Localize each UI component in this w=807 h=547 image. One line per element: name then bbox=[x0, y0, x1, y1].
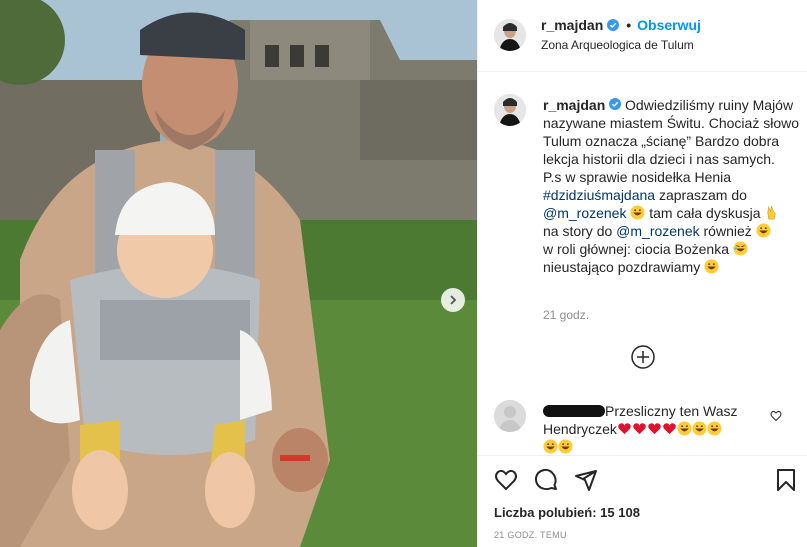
grin-emoji-icon bbox=[677, 421, 692, 436]
post-side-panel: r_majdan • Obserwuj Zona Arqueologica de… bbox=[477, 0, 807, 547]
avatar-image bbox=[494, 94, 526, 126]
verified-icon bbox=[607, 19, 620, 31]
caption-time[interactable]: 21 godz. bbox=[543, 308, 589, 322]
caption-avatar[interactable] bbox=[494, 94, 526, 126]
caption-line-7: nieustająco pozdrawiamy bbox=[543, 259, 701, 275]
add-comment-icon bbox=[631, 345, 655, 369]
commenter-avatar[interactable] bbox=[494, 400, 526, 432]
separator-dot: • bbox=[626, 17, 632, 33]
grin-emoji-icon bbox=[704, 259, 719, 274]
next-arrow-icon bbox=[450, 295, 457, 305]
comment-text-2: Hendryczek bbox=[543, 421, 617, 437]
grin-emoji-icon bbox=[543, 439, 558, 454]
avatar-image bbox=[494, 19, 526, 51]
author-avatar[interactable] bbox=[494, 19, 526, 51]
grin-emoji-icon bbox=[630, 205, 645, 220]
comment-text: Przesliczny ten Wasz Hendryczek bbox=[543, 402, 758, 456]
caption-line-5a: na story do bbox=[543, 223, 617, 239]
red-heart-emoji-icon bbox=[618, 423, 631, 435]
caption-text: r_majdan Odwiedziliśmy ruiny Majów nazyw… bbox=[543, 96, 803, 276]
load-more-comments-button[interactable] bbox=[631, 345, 655, 369]
mention-link-2[interactable]: @m_rozenek bbox=[616, 223, 699, 239]
hashtag-link[interactable]: #dzidziuśmajdana bbox=[543, 187, 655, 203]
caption-username[interactable]: r_majdan bbox=[543, 97, 605, 113]
redacted-username bbox=[543, 405, 605, 417]
caption-line-4b: tam cała dyskusja bbox=[649, 205, 761, 221]
comment-icon[interactable] bbox=[534, 468, 558, 492]
location-link[interactable]: Zona Arqueologica de Tulum bbox=[541, 38, 694, 52]
caption-line-5b: również bbox=[699, 223, 752, 239]
red-heart-emoji-icon bbox=[663, 423, 676, 435]
comment-text-1: Przesliczny ten Wasz bbox=[605, 403, 738, 419]
red-heart-emoji-icon bbox=[633, 423, 646, 435]
mention-link[interactable]: @m_rozenek bbox=[543, 205, 626, 221]
caption-line-4a: zapraszam do bbox=[655, 187, 747, 203]
default-avatar-image bbox=[494, 400, 526, 432]
caption-line-3: P.s w sprawie nosidełka Henia bbox=[543, 169, 732, 185]
next-slide-button[interactable] bbox=[441, 288, 465, 312]
post-age: 21 GODZ. TEMU bbox=[494, 530, 567, 540]
post-image bbox=[0, 0, 477, 547]
save-icon[interactable] bbox=[774, 468, 798, 492]
header-username[interactable]: r_majdan bbox=[541, 17, 603, 33]
laughing-emoji-icon bbox=[733, 241, 748, 256]
like-comment-icon[interactable] bbox=[770, 410, 782, 422]
follow-button[interactable]: Obserwuj bbox=[637, 17, 701, 33]
header-user-row: r_majdan • Obserwuj bbox=[541, 17, 701, 33]
like-icon[interactable] bbox=[494, 468, 518, 492]
grin-emoji-icon bbox=[692, 421, 707, 436]
grin-emoji-icon bbox=[756, 223, 771, 238]
victory-hand-emoji-icon bbox=[767, 205, 776, 220]
post-header: r_majdan • Obserwuj Zona Arqueologica de… bbox=[478, 0, 807, 72]
grin-emoji-icon bbox=[707, 421, 722, 436]
red-heart-emoji-icon bbox=[648, 423, 661, 435]
likes-count[interactable]: Liczba polubień: 15 108 bbox=[494, 505, 640, 520]
caption-line-6: w roli głównej: ciocia Bożenka bbox=[543, 241, 729, 257]
action-bar: Liczba polubień: 15 108 21 GODZ. TEMU bbox=[478, 455, 807, 547]
share-icon[interactable] bbox=[574, 468, 598, 492]
grin-emoji-icon bbox=[558, 439, 573, 454]
post-photo[interactable] bbox=[0, 0, 477, 547]
verified-icon bbox=[609, 98, 622, 110]
